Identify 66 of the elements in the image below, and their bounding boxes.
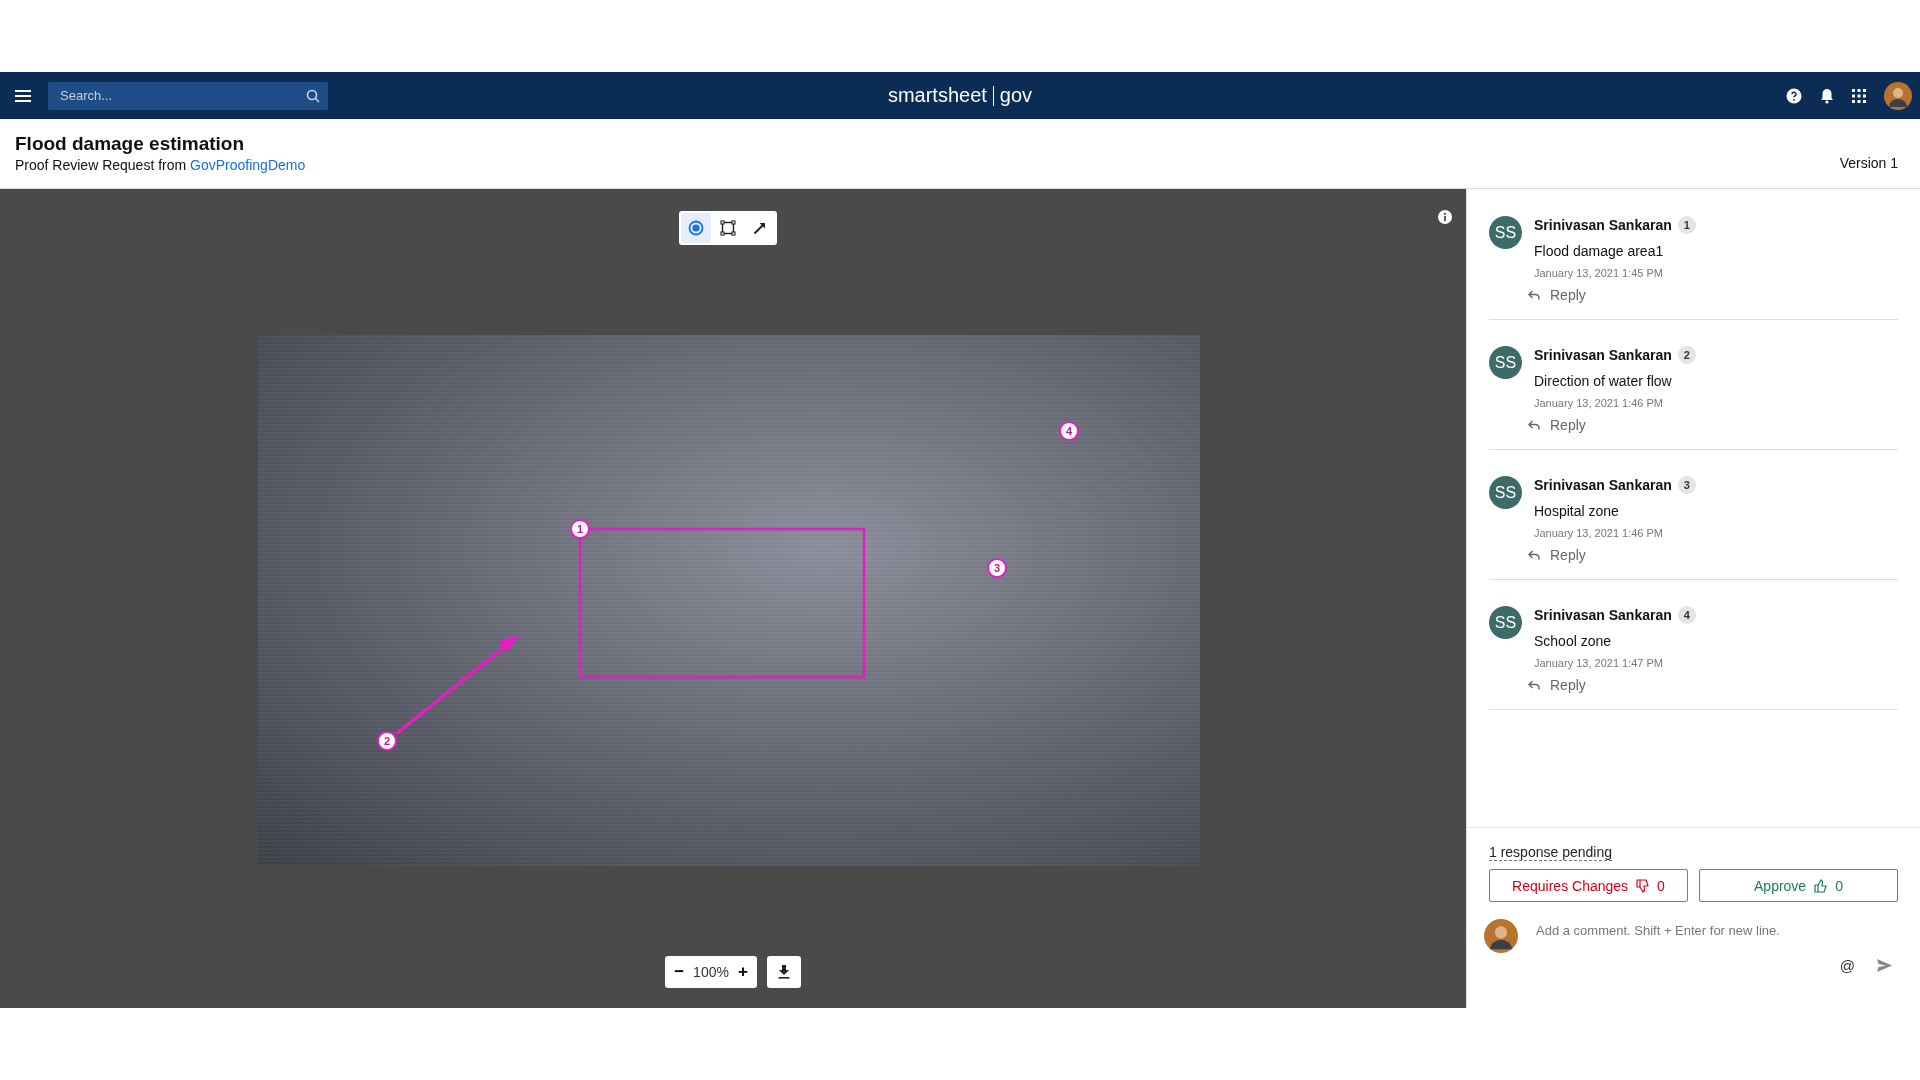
reply-button[interactable]: Reply [1528,547,1696,563]
user-avatar[interactable] [1884,81,1912,110]
download-icon [777,965,790,979]
thumbs-up-icon [1814,878,1828,893]
annotation-marker[interactable]: 4 [1059,421,1079,441]
reply-button[interactable]: Reply [1528,417,1696,433]
annotation-number-badge: 3 [1677,476,1696,494]
comment-text: Flood damage area1 [1534,243,1665,259]
comment-author: Srinivasan Sankaran [1534,347,1672,363]
menu-icon[interactable] [15,89,31,102]
annotation-number-badge: 2 [1677,346,1696,364]
help-icon[interactable] [1786,87,1802,104]
document-title: Flood damage estimation [15,133,246,155]
rectangle-icon [720,220,736,236]
annotation-number-badge: 1 [1677,216,1696,234]
reply-button[interactable]: Reply [1528,677,1696,693]
reply-icon [1528,420,1540,430]
mention-button[interactable]: @ [1839,957,1855,974]
initials-avatar: SS [1489,476,1522,509]
reply-icon [1528,680,1540,690]
pin-tool-button[interactable] [681,213,711,243]
comment-author: Srinivasan Sankaran [1534,607,1672,623]
requester-link[interactable]: GovProofingDemo [190,157,306,173]
requires-changes-button[interactable]: Requires Changes 0 [1489,869,1688,902]
comment-author: Srinivasan Sankaran [1534,217,1672,233]
arrow-icon [753,221,767,235]
reply-icon [1528,290,1540,300]
zoom-in-button[interactable]: + [734,962,751,982]
approve-count: 0 [1835,877,1843,894]
approve-button[interactable]: Approve 0 [1699,869,1898,902]
search-icon[interactable] [306,88,320,103]
requires-changes-count: 0 [1657,877,1665,894]
annotation-number-badge: 4 [1677,606,1696,624]
comment-text: Hospital zone [1534,503,1620,519]
download-button[interactable] [766,956,801,988]
user-avatar [1484,919,1518,953]
annotation-marker[interactable]: 2 [377,731,397,751]
target-icon [688,220,704,236]
thumbs-down-icon [1636,878,1650,893]
logo-suffix: gov [999,84,1033,107]
send-icon[interactable] [1877,959,1892,972]
zoom-out-button[interactable]: − [671,962,688,982]
initials-avatar: SS [1489,346,1522,379]
comment-timestamp: January 13, 2021 1:46 PM [1534,397,1665,409]
comment-text: Direction of water flow [1534,373,1673,389]
search-input[interactable]: Search... [58,87,306,104]
pending-responses-link[interactable]: 1 response pending [1489,844,1612,861]
comment-timestamp: January 13, 2021 1:46 PM [1534,527,1665,539]
apps-grid-icon[interactable] [1852,88,1866,103]
info-icon[interactable] [1438,210,1452,224]
search-field[interactable]: Search... [48,81,328,110]
logo-wordmark: smartsheet [887,84,987,107]
subtitle-text: Proof Review Request from [15,157,188,173]
comment-timestamp: January 13, 2021 1:45 PM [1534,267,1665,279]
reply-button[interactable]: Reply [1528,287,1696,303]
bell-icon[interactable] [1820,87,1834,104]
reply-icon [1528,550,1540,560]
comment-timestamp: January 13, 2021 1:47 PM [1534,657,1665,669]
initials-avatar: SS [1489,216,1522,249]
version-label: Version 1 [1839,155,1898,171]
comment-author: Srinivasan Sankaran [1534,477,1672,493]
comment-text: School zone [1534,633,1613,649]
initials-avatar: SS [1489,606,1522,639]
annotation-marker[interactable]: 1 [570,519,590,539]
zoom-level: 100% [693,964,729,980]
annotation-marker[interactable]: 3 [987,558,1007,578]
